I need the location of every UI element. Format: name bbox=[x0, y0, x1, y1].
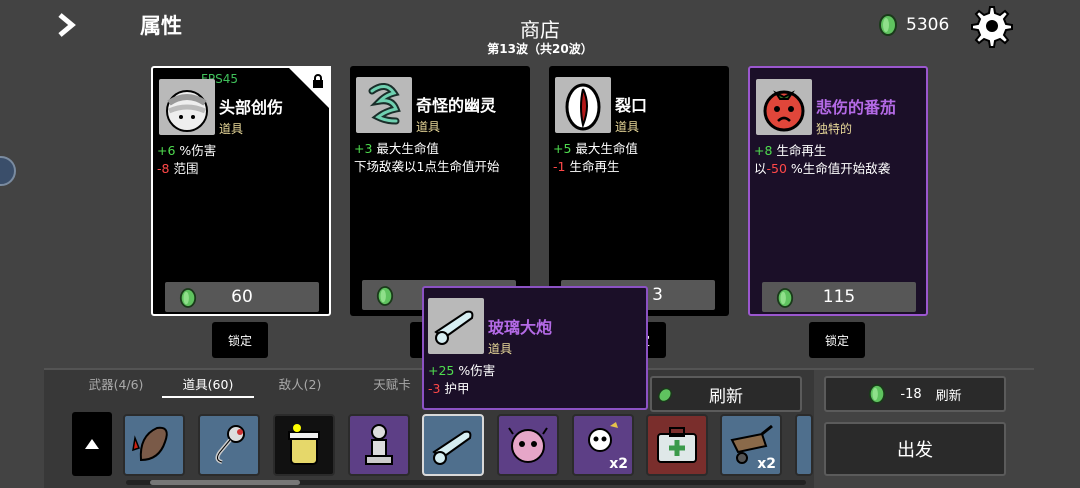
coin-icon bbox=[776, 288, 794, 308]
ghost-icon bbox=[356, 77, 412, 133]
statue-icon bbox=[365, 424, 393, 465]
stat-value: +8 bbox=[754, 143, 773, 158]
item-type: 道具 bbox=[416, 120, 441, 134]
item-name: 裂口 bbox=[615, 96, 648, 115]
stat-value: +3 bbox=[354, 141, 373, 156]
inventory-slot[interactable] bbox=[198, 414, 260, 476]
scrollbar-thumb[interactable] bbox=[150, 480, 300, 485]
leech-icon bbox=[132, 426, 168, 462]
coin-icon bbox=[179, 288, 197, 308]
fishing-hook-icon bbox=[215, 425, 245, 464]
glass-cannon-icon bbox=[432, 430, 472, 465]
stat-prefix: 以 bbox=[754, 161, 767, 176]
inventory-slot[interactable]: x2 bbox=[720, 414, 782, 476]
shop-card-1[interactable]: FPS45 头部创伤 道具 +6 %伤害 -8 范围 60 bbox=[151, 66, 331, 316]
divider bbox=[814, 368, 1034, 370]
item-tooltip: 玻璃大炮 道具 +25 %伤害 -3 护甲 bbox=[422, 286, 648, 410]
medkit-icon bbox=[657, 427, 697, 463]
money-display: 5306 bbox=[878, 14, 949, 36]
stat-value: -3 bbox=[428, 381, 441, 396]
stat-text: %伤害 bbox=[179, 143, 217, 158]
stack-count: x2 bbox=[757, 456, 776, 472]
wound-mouth-icon bbox=[555, 77, 611, 133]
stat-text: %生命值开始敌袭 bbox=[790, 161, 891, 176]
stat-text: 最大生命值 bbox=[575, 141, 638, 156]
coin-icon bbox=[869, 384, 886, 404]
honey-jar-icon bbox=[288, 424, 320, 465]
tooltip-stats: +25 %伤害 -3 护甲 bbox=[428, 362, 495, 398]
lock-corner bbox=[287, 66, 331, 110]
stat-value: +25 bbox=[428, 363, 455, 378]
lock-button-4[interactable]: 锁定 bbox=[809, 322, 865, 358]
tooltip-item-type: 道具 bbox=[488, 342, 513, 356]
item-stats: +6 %伤害 -8 范围 bbox=[157, 142, 216, 178]
stat-value: -8 bbox=[157, 161, 170, 176]
expand-up-button[interactable] bbox=[72, 412, 112, 476]
inventory-slot[interactable] bbox=[123, 414, 185, 476]
refresh-label: 刷新 bbox=[709, 386, 743, 407]
inventory-slot[interactable] bbox=[273, 414, 335, 476]
reroll-button[interactable]: -18 刷新 bbox=[824, 376, 1006, 412]
stat-value: -50 bbox=[766, 161, 787, 176]
inventory-slot[interactable]: x2 bbox=[572, 414, 634, 476]
stat-text: 下场敌袭以1点生命值开始 bbox=[354, 159, 500, 174]
lock-button-1[interactable]: 锁定 bbox=[212, 322, 268, 358]
buy-button[interactable]: 115 bbox=[762, 282, 916, 312]
inventory-slot-selected[interactable] bbox=[422, 414, 484, 476]
triangle-up-icon bbox=[85, 439, 99, 449]
stat-text: 生命再生 bbox=[776, 143, 827, 158]
gear-icon[interactable] bbox=[970, 4, 1014, 48]
tab-items[interactable]: 道具(60) bbox=[162, 374, 254, 398]
stat-text: 范围 bbox=[173, 161, 199, 176]
wave-counter: 第13波（共20波） bbox=[487, 42, 593, 56]
item-stats: +3 最大生命值 下场敌袭以1点生命值开始 bbox=[354, 140, 499, 176]
stack-count: x2 bbox=[609, 456, 628, 472]
lock-icon bbox=[313, 74, 323, 88]
item-stats: +8 生命再生 以-50 %生命值开始敌袭 bbox=[754, 142, 890, 178]
buy-button[interactable]: 60 bbox=[165, 282, 319, 312]
tab-weapons[interactable]: 武器(4/6) bbox=[70, 374, 162, 398]
item-type: 独特的 bbox=[816, 122, 853, 136]
stat-text: 最大生命值 bbox=[376, 141, 439, 156]
sad-tomato-icon bbox=[756, 79, 812, 135]
refresh-button[interactable]: 刷新 bbox=[650, 376, 802, 412]
stat-text: 护甲 bbox=[444, 381, 470, 396]
bandaged-head-icon bbox=[159, 79, 215, 135]
item-name: 奇怪的幽灵 bbox=[416, 96, 497, 115]
stat-text: %伤害 bbox=[458, 363, 496, 378]
item-name: 头部创伤 bbox=[219, 98, 284, 117]
tooltip-item-name: 玻璃大炮 bbox=[488, 318, 553, 337]
stat-text: 生命再生 bbox=[569, 159, 620, 174]
shop-card-3[interactable]: 裂口 道具 +5 最大生命值 -1 生命再生 3 bbox=[549, 66, 729, 316]
shop-card-2[interactable]: 奇怪的幽灵 道具 +3 最大生命值 下场敌袭以1点生命值开始 bbox=[350, 66, 530, 316]
item-stats: +5 最大生命值 -1 生命再生 bbox=[553, 140, 638, 176]
item-type: 道具 bbox=[615, 120, 640, 134]
coin-icon bbox=[658, 387, 672, 403]
coin-icon bbox=[879, 14, 897, 36]
inventory-slot-partial[interactable] bbox=[795, 414, 813, 476]
inventory-slot[interactable] bbox=[348, 414, 410, 476]
inventory-tabs: 武器(4/6) 道具(60) 敌人(2) 天赋卡 bbox=[70, 374, 438, 398]
item-type: 道具 bbox=[219, 122, 244, 136]
glass-cannon-icon bbox=[428, 298, 484, 354]
start-wave-button[interactable]: 出发 bbox=[824, 422, 1006, 476]
reroll-label: 刷新 bbox=[935, 388, 962, 404]
inventory-slot[interactable] bbox=[497, 414, 559, 476]
shop-card-4[interactable]: 悲伤的番茄 独特的 +8 生命再生 以-50 %生命值开始敌袭 115 bbox=[748, 66, 928, 316]
inventory-slot[interactable] bbox=[646, 414, 708, 476]
brain-creature-icon bbox=[508, 427, 548, 463]
tab-enemies[interactable]: 敌人(2) bbox=[254, 374, 346, 398]
stat-value: +5 bbox=[553, 141, 572, 156]
item-name: 悲伤的番茄 bbox=[816, 98, 897, 117]
money-amount: 5306 bbox=[906, 15, 950, 35]
side-menu-button[interactable] bbox=[0, 156, 16, 186]
stat-value: +6 bbox=[157, 143, 176, 158]
reroll-cost: -18 bbox=[900, 386, 922, 402]
coin-icon bbox=[376, 286, 394, 306]
stat-value: -1 bbox=[553, 159, 566, 174]
